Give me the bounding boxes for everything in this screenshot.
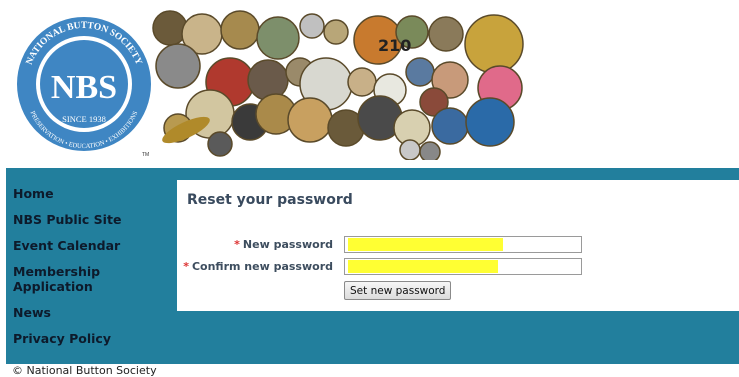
new-password-input[interactable] [344,236,582,253]
sidebar-item-nbs-public-site[interactable]: NBS Public Site [13,212,173,227]
set-new-password-button[interactable]: Set new password [344,281,452,300]
footer-copyright: © National Button Society [12,364,157,377]
new-password-row: * New password [177,236,597,254]
logo-since: SINCE 1938 [62,114,106,124]
redaction-highlight [348,238,503,251]
reset-password-panel: Reset your password * New password * Confi… [177,180,739,311]
logo-initials: NBS [51,69,117,106]
redaction-highlight [348,260,498,273]
logo-tm: TM [142,152,149,158]
sidebar-item-home[interactable]: Home [13,186,173,201]
collage-number: 210 [378,36,412,55]
sidebar-item-news[interactable]: News [13,305,173,320]
confirm-password-input[interactable] [344,258,582,275]
page-title: Reset your password [187,192,353,208]
sidebar-item-event-calendar[interactable]: Event Calendar [13,238,173,253]
buttons-collage-image [152,10,524,160]
confirm-password-row: * Confirm new password [177,258,597,276]
sidebar-nav: Home NBS Public Site Event Calendar Memb… [13,186,173,357]
new-password-label: * New password [234,238,333,251]
required-marker: * [234,238,240,251]
confirm-password-label: * Confirm new password [183,260,333,273]
sidebar-item-privacy-policy[interactable]: Privacy Policy [13,331,173,346]
nbs-logo[interactable]: NATIONAL BUTTON SOCIETY PRESERVATION • E… [12,10,157,160]
sidebar-item-membership-application[interactable]: Membership Application [13,264,123,294]
required-marker: * [183,260,189,273]
